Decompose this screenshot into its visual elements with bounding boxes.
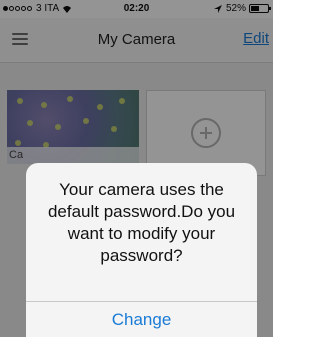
- alert-message: Your camera uses the default password.Do…: [47, 180, 236, 265]
- change-password-button[interactable]: Change: [26, 302, 257, 337]
- alert-dialog: Your camera uses the default password.Do…: [26, 163, 257, 337]
